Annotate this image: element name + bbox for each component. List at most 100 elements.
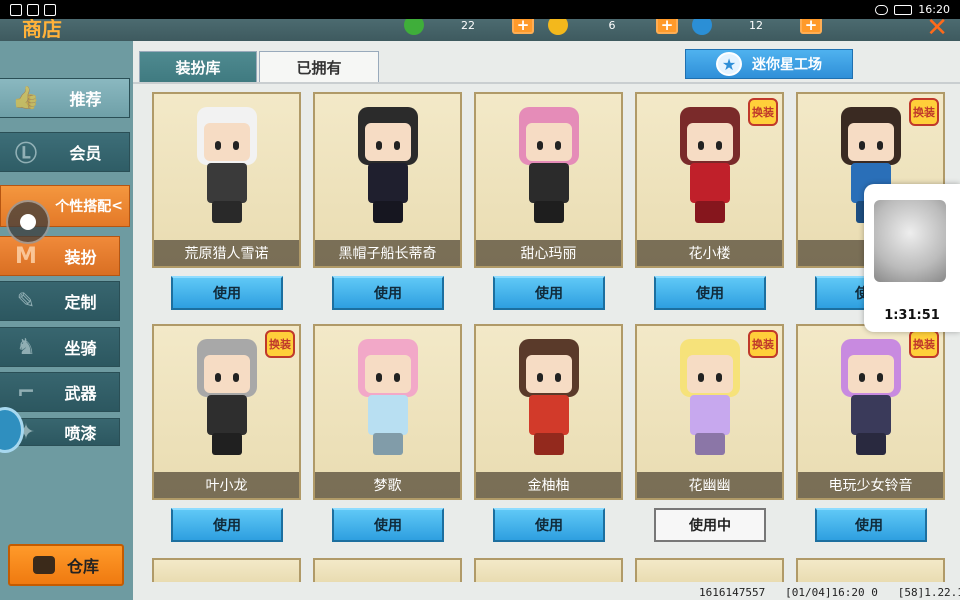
currency-value: 12 [749,18,763,32]
sidebar-item-label: 会员 [69,144,102,163]
outfit-card[interactable]: 荒原猎人雪诺 [152,92,301,268]
floating-blue-button[interactable] [0,407,24,453]
character-figure [504,329,594,469]
character-figure [504,97,594,237]
sidebar-item-mount[interactable]: ♞ 坐骑 [0,327,120,367]
use-button[interactable]: 使用 [654,276,766,310]
shop-header: 商店 22 + 6 + 12 + ✕ [0,13,960,43]
floating-video-popup[interactable]: 1:31:51 [864,184,960,332]
mini-workshop-button[interactable]: ★ 迷你星工场 [685,49,853,79]
currency-value: 22 [461,18,475,32]
workshop-label: 迷你星工场 [752,57,822,73]
outfit-preview-image [476,326,621,472]
outfit-preview-image [315,94,460,240]
sidebar-item-label: 武器 [64,384,97,403]
outfit-name: 叶小龙 [154,472,299,498]
status-bar: 16:20 [0,0,960,19]
sidebar-item-label: 推荐 [69,90,102,109]
status-time: 16:20 [918,3,950,16]
sidebar-item-label: 装扮 [64,248,97,267]
sidebar-item-label: 喷漆 [64,424,97,443]
system-icons: 16:20 [875,3,950,16]
star-icon: ★ [716,52,742,76]
main-panel: 装扮库 已拥有 ★ 迷你星工场 荒原猎人雪诺 使用 黑帽子船长蒂奇 使用 甜心玛丽 使用换… [133,41,960,600]
brush-icon: ✎ [16,288,36,314]
outfit-name: 金柚柚 [476,472,621,498]
dress-up-badge-icon: 换装 [909,98,939,126]
outfit-preview-image [154,94,299,240]
video-thumbnail [874,200,946,282]
outfit-name: 电玩少女铃音 [798,472,943,498]
outfit-card[interactable]: 换装叶小龙 [152,324,301,500]
battery-icon [894,4,913,15]
outfit-preview-image [315,326,460,472]
in-use-button[interactable]: 使用中 [654,508,766,542]
outfit-preview-image [476,94,621,240]
thumbs-up-icon: 👍 [12,85,40,111]
sidebar-item-custom[interactable]: ✎ 定制 [0,281,120,321]
tab-owned[interactable]: 已拥有 [259,51,379,83]
outfit-name: 花幽幽 [637,472,782,498]
outfit-card[interactable]: 金柚柚 [474,324,623,500]
dress-up-badge-icon: 换装 [909,330,939,358]
outfit-name: 甜心玛丽 [476,240,621,266]
sidebar-item-recommend[interactable]: 👍 推荐 [0,78,130,118]
use-button[interactable]: 使用 [332,508,444,542]
outfit-card[interactable]: 梦歌 [313,324,462,500]
notification-icons [10,3,56,16]
outfit-name: 荒原猎人雪诺 [154,240,299,266]
character-figure [182,329,272,469]
floating-assistive-button[interactable] [6,200,50,244]
use-button[interactable]: 使用 [171,276,283,310]
mount-icon: ♞ [16,334,36,360]
tab-bar: 装扮库 已拥有 [139,51,379,83]
use-button[interactable]: 使用 [493,276,605,310]
character-figure [343,329,433,469]
use-button[interactable]: 使用 [493,508,605,542]
version: [58]1.22.1 [897,586,960,599]
dress-up-badge-icon: 换装 [265,330,295,358]
group-label: 个性搭配 [55,199,112,215]
eye-icon [875,4,889,15]
currency-value: 6 [608,18,616,32]
user-id: 1616147557 [699,586,766,599]
build-time: [01/04]16:20 0 [785,586,878,599]
outfit-card[interactable]: 换装 花幽幽 [635,324,784,500]
character-figure [665,97,755,237]
character-figure [182,97,272,237]
dress-up-badge-icon: 换装 [748,98,778,126]
outfit-card[interactable]: 换装电玩少女铃音 [796,324,945,500]
sidebar-item-label: 定制 [64,293,97,312]
use-button[interactable]: 使用 [332,276,444,310]
tab-outfit-library[interactable]: 装扮库 [139,51,257,83]
outfit-name: 花小楼 [637,240,782,266]
video-timer: 1:31:51 [884,308,940,323]
app-notification-icon [10,3,22,16]
outfit-name: 梦歌 [315,472,460,498]
gun-icon: ⌐ [16,379,36,405]
sidebar-item-vip[interactable]: Ⓛ 会员 [0,132,130,172]
character-figure [343,97,433,237]
use-button[interactable]: 使用 [171,508,283,542]
character-figure [826,329,916,469]
outfit-card[interactable]: 换装花小楼 [635,92,784,268]
chevron-left-icon: < [111,198,123,214]
outfit-card-partial [313,558,462,582]
treasure-chest-icon [32,556,55,574]
sidebar-item-weapon[interactable]: ⌐ 武器 [0,372,120,412]
use-button[interactable]: 使用 [815,508,927,542]
outfit-card-partial [796,558,945,582]
outfit-card[interactable]: 黑帽子船长蒂奇 [313,92,462,268]
tab-divider [133,82,960,84]
download-notification-icon [44,3,56,16]
warehouse-label: 仓库 [66,557,99,576]
outfit-card-partial [152,558,301,582]
outfit-name: 黑帽子船长蒂奇 [315,240,460,266]
sidebar-item-label: 坐骑 [64,339,97,358]
play-notification-icon [27,3,39,16]
character-figure [665,329,755,469]
outfit-card-partial [474,558,623,582]
warehouse-button[interactable]: 仓库 [8,544,124,586]
outfit-card[interactable]: 甜心玛丽 [474,92,623,268]
debug-info: 1616147557 [01/04]16:20 0 [58]1.22.1 [699,586,960,599]
